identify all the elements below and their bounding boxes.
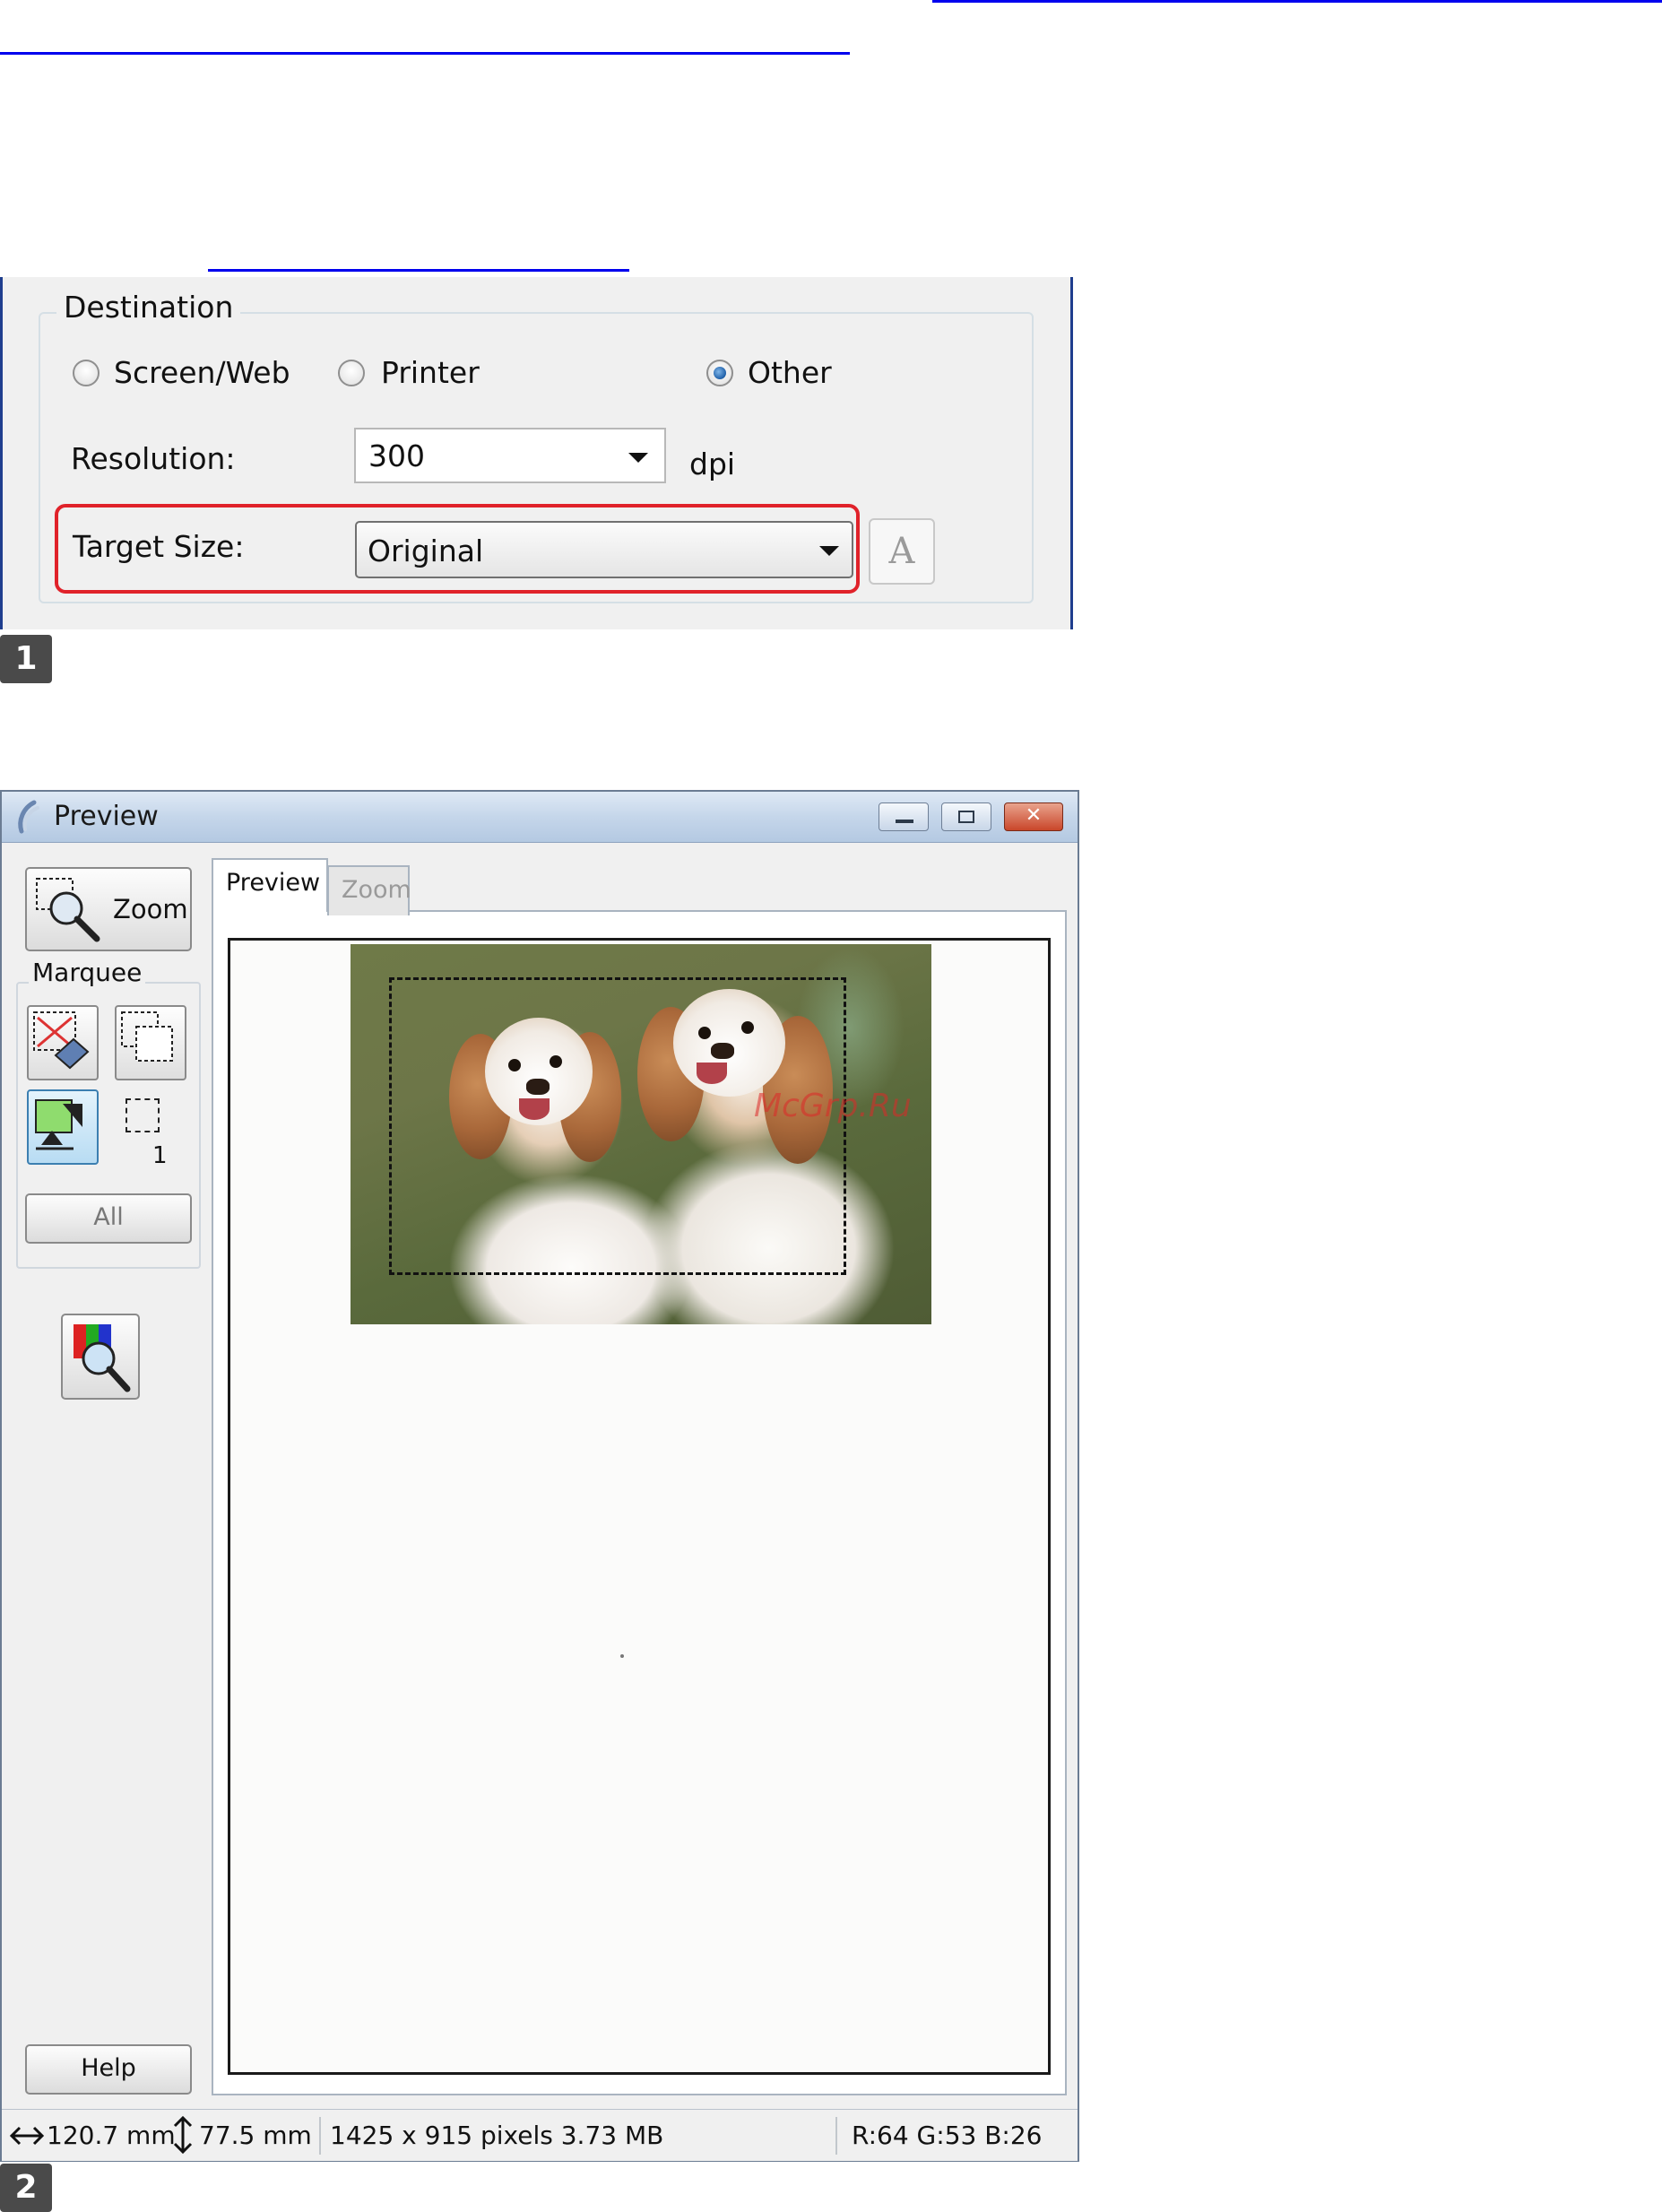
close-icon: ✕ [1025,804,1043,827]
dpi-unit-label: dpi [689,447,736,481]
window-title: Preview [54,801,159,832]
preview-window: Preview ✕ Zoom Marquee 1 All Help Previe… [0,790,1079,2162]
tab-zoom[interactable]: Zoom [327,865,411,915]
destination-panel: Destination Screen/Web Printer Other Res… [0,277,1073,629]
status-divider [319,2117,321,2155]
target-size-label: Target Size: [73,529,245,564]
all-button[interactable]: All [25,1193,192,1244]
width-arrow-icon [9,2126,45,2146]
close-button[interactable]: ✕ [1004,802,1063,831]
scanned-photo: McGrp.Ru [351,944,931,1324]
printer-radio[interactable] [338,360,365,386]
hyperlink-underline-1[interactable] [932,0,1662,3]
copy-marquee-button[interactable] [115,1005,186,1080]
destination-legend: Destination [56,290,241,325]
screen-web-radio[interactable] [73,360,100,386]
image-adjust-button[interactable] [61,1314,140,1400]
zoom-magnifier-icon [36,878,100,942]
watermark-text: McGrp.Ru [754,1088,912,1124]
step-badge-1: 1 [0,635,52,683]
target-size-select[interactable]: Original [355,521,853,578]
eraser-icon [33,1011,90,1070]
title-bar[interactable]: Preview ✕ [2,792,1078,843]
minimize-button[interactable] [879,802,929,831]
copy-marquee-icon [121,1011,173,1062]
auto-locate-button[interactable] [27,1089,99,1165]
chevron-down-icon[interactable] [819,546,839,556]
printer-label[interactable]: Printer [381,355,480,390]
minimize-icon [896,820,913,823]
hyperlink-underline-3[interactable] [208,269,629,272]
resolution-combobox[interactable]: 300 [354,428,666,483]
selection-marquee[interactable] [389,977,846,1275]
auto-locate-icon [35,1099,82,1150]
scanner-icon [18,800,39,834]
marquee-count-icon [126,1098,160,1132]
dust-speck [620,1654,624,1658]
preview-canvas[interactable]: McGrp.Ru [228,938,1051,2075]
other-label[interactable]: Other [748,355,832,390]
rgb-value: R:64 G:53 B:26 [852,2121,1043,2150]
resolution-value: 300 [368,438,425,473]
maximize-icon [958,811,974,823]
marquee-legend: Marquee [29,958,146,987]
screen-web-label[interactable]: Screen/Web [114,355,290,390]
width-value: 120.7 mm [47,2121,176,2150]
delete-marquee-button[interactable] [27,1005,99,1080]
font-settings-button[interactable]: A [869,518,935,585]
marquee-count: 1 [152,1142,168,1169]
height-value: 77.5 mm [199,2121,312,2150]
status-bar: 120.7 mm 77.5 mm 1425 x 915 pixels 3.73 … [2,2109,1078,2161]
window-client-area: Zoom Marquee 1 All Help Preview Zoom McG… [2,843,1078,2109]
tab-preview[interactable]: Preview [212,858,328,912]
zoom-button[interactable]: Zoom [25,867,192,951]
step-badge-2: 2 [0,2164,52,2212]
status-divider [835,2117,837,2155]
hyperlink-underline-2[interactable] [0,52,850,55]
resolution-label: Resolution: [71,441,236,476]
color-magnifier-icon [74,1324,131,1392]
chevron-down-icon[interactable] [628,453,648,463]
pixel-size-value: 1425 x 915 pixels 3.73 MB [330,2121,664,2150]
zoom-button-label: Zoom [113,894,188,924]
help-button[interactable]: Help [25,2044,192,2095]
target-size-value: Original [368,533,484,568]
height-arrow-icon [173,2115,193,2155]
maximize-button[interactable] [941,802,991,831]
other-radio[interactable] [706,360,733,386]
